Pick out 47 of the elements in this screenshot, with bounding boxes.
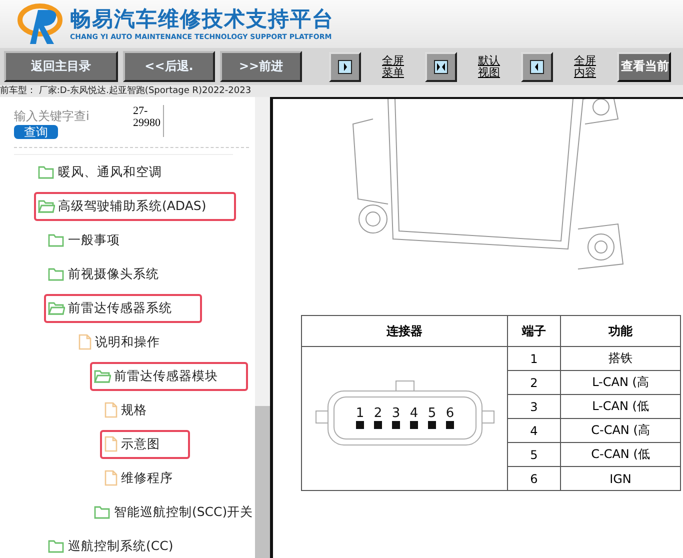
platform-title: 畅易汽车维修技术支持平台 [70, 6, 334, 32]
search-button[interactable]: 查询 [14, 125, 58, 139]
document-icon [104, 470, 118, 486]
document-icon [104, 402, 118, 418]
view-current-button[interactable]: 查看当前 [617, 52, 671, 82]
tree-item[interactable]: 规格 [100, 396, 155, 424]
view-toggle-button[interactable] [425, 52, 457, 82]
view-toggle-button[interactable] [329, 52, 361, 82]
tree-item[interactable]: 一般事项 [44, 226, 128, 254]
table-cell: 3 [508, 394, 560, 418]
table-cell: 4 [508, 418, 560, 442]
nav-button[interactable]: 返回主目录 [4, 51, 118, 82]
tree-item[interactable]: 智能巡航控制(SCC)开关 [90, 498, 255, 526]
table-cell: C-CAN (高 [560, 418, 680, 442]
view-link[interactable]: 默认 视图 [478, 54, 500, 78]
view-link[interactable]: 全屏 菜单 [382, 54, 404, 78]
table-cell: 搭铁 [560, 346, 680, 370]
table-cell: 1 [508, 346, 560, 370]
table-cell: L-CAN (低 [560, 394, 680, 418]
nav-button[interactable]: >>前进 [220, 51, 302, 82]
table-cell: L-CAN (高 [560, 370, 680, 394]
search-field[interactable]: 输入关键字查i [14, 107, 124, 125]
table-cell: 6 [508, 466, 560, 490]
table-cell: 2 [508, 370, 560, 394]
document-icon [78, 334, 92, 350]
table-cell: C-CAN (低 [560, 442, 680, 466]
tree-item[interactable]: 前雷达传感器模块 [90, 362, 248, 390]
column-header: 连接器 [302, 316, 508, 346]
table-cell: IGN [560, 466, 680, 490]
scrollbar[interactable] [255, 97, 270, 558]
view-toggle-button[interactable] [521, 52, 553, 82]
nav-button[interactable]: <<后退. [123, 51, 215, 82]
column-header: 功能 [560, 316, 680, 346]
tree-item[interactable]: 前视摄像头系统 [44, 260, 167, 288]
table-cell: 5 [508, 442, 560, 466]
tree-item[interactable]: 高级驾驶辅助系统(ADAS) [34, 192, 236, 220]
view-link[interactable]: 全屏 内容 [574, 54, 596, 78]
tree-item[interactable]: 巡航控制系统(CC) [44, 532, 182, 558]
document-icon [104, 436, 118, 452]
tree-item[interactable]: 前雷达传感器系统 [44, 294, 202, 322]
tree-item[interactable]: 说明和操作 [74, 328, 168, 356]
tree-item[interactable]: 示意图 [100, 430, 190, 458]
code-text: 27- 29980 [133, 105, 164, 137]
tree-item[interactable]: 维修程序 [100, 464, 181, 492]
vehicle-info: 前车型： 厂家:D-东风悦达.起亚智跑(Sportage R)2022-2023 [0, 85, 683, 97]
column-header: 端子 [508, 316, 560, 346]
tree-item[interactable]: 暖风、通风和空调 [34, 158, 170, 186]
